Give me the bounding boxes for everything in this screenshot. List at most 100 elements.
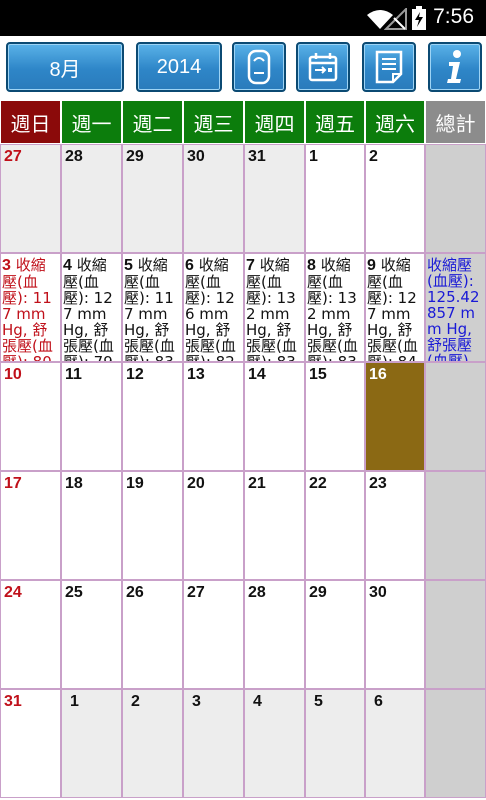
day-cell[interactable]: 11 bbox=[61, 362, 122, 471]
day-entry: 4 收縮壓(血壓): 127 mm Hg, 舒張壓(血壓): 79 bbox=[63, 257, 121, 361]
calendar-swap-button[interactable] bbox=[296, 42, 350, 92]
notes-icon bbox=[375, 50, 403, 84]
day-cell[interactable]: 2 bbox=[365, 144, 425, 253]
day-number: 4 bbox=[63, 257, 72, 274]
header-friday: 週五 bbox=[305, 100, 365, 144]
day-number: 6 bbox=[374, 693, 383, 710]
day-entry: 6 收縮壓(血壓): 126 mm Hg, 舒張壓(血壓): 82 bbox=[185, 257, 243, 361]
day-cell[interactable]: 20 bbox=[183, 471, 244, 580]
toolbar: 8月 2014 bbox=[0, 36, 486, 100]
day-cell[interactable]: 28 bbox=[244, 580, 305, 689]
day-number: 29 bbox=[126, 148, 144, 165]
day-cell[interactable]: 29 bbox=[122, 144, 183, 253]
day-cell[interactable]: 3 bbox=[183, 689, 244, 798]
day-cell[interactable]: 30 bbox=[183, 144, 244, 253]
phone-button[interactable] bbox=[232, 42, 286, 92]
week-total-cell[interactable]: 收縮壓(血壓): 125.42857 mm Hg, 舒張壓(血壓) bbox=[425, 253, 486, 362]
day-number: 1 bbox=[309, 148, 318, 165]
day-cell[interactable]: 5 bbox=[305, 689, 365, 798]
day-number: 17 bbox=[4, 475, 22, 492]
day-number: 23 bbox=[369, 475, 387, 492]
day-cell[interactable]: 12 bbox=[122, 362, 183, 471]
status-bar: 7:56 bbox=[0, 0, 486, 36]
day-cell[interactable]: 5 收縮壓(血壓): 117 mm Hg, 舒張壓(血壓): 83 bbox=[122, 253, 183, 362]
day-number: 29 bbox=[309, 584, 327, 601]
day-cell[interactable]: 27 bbox=[183, 580, 244, 689]
info-button[interactable] bbox=[428, 42, 482, 92]
day-cell[interactable]: 25 bbox=[61, 580, 122, 689]
no-signal-icon bbox=[384, 8, 407, 30]
day-number: 8 bbox=[307, 257, 316, 274]
day-cell[interactable]: 26 bbox=[122, 580, 183, 689]
day-cell[interactable]: 19 bbox=[122, 471, 183, 580]
day-cell[interactable]: 14 bbox=[244, 362, 305, 471]
day-number: 15 bbox=[309, 366, 327, 383]
day-cell[interactable]: 18 bbox=[61, 471, 122, 580]
day-entry: 9 收縮壓(血壓): 127 mm Hg, 舒張壓(血壓): 84 bbox=[367, 257, 424, 361]
day-cell[interactable]: 2 bbox=[122, 689, 183, 798]
day-number: 5 bbox=[124, 257, 133, 274]
day-number: 30 bbox=[369, 584, 387, 601]
status-time: 7:56 bbox=[433, 5, 474, 28]
day-number: 11 bbox=[65, 366, 82, 383]
header-wednesday: 週三 bbox=[183, 100, 244, 144]
header-monday: 週一 bbox=[61, 100, 122, 144]
day-number: 13 bbox=[187, 366, 205, 383]
day-cell[interactable]: 6 收縮壓(血壓): 126 mm Hg, 舒張壓(血壓): 82 bbox=[183, 253, 244, 362]
day-cell[interactable]: 6 bbox=[365, 689, 425, 798]
header-tuesday: 週二 bbox=[122, 100, 183, 144]
calendar-swap-icon bbox=[308, 53, 338, 82]
day-number: 30 bbox=[187, 148, 205, 165]
day-cell[interactable]: 23 bbox=[365, 471, 425, 580]
day-cell[interactable]: 13 bbox=[183, 362, 244, 471]
year-button[interactable]: 2014 bbox=[136, 42, 222, 92]
year-label: 2014 bbox=[156, 55, 202, 78]
day-cell[interactable]: 30 bbox=[365, 580, 425, 689]
week-total-cell[interactable] bbox=[425, 144, 486, 253]
month-button[interactable]: 8月 bbox=[6, 42, 124, 92]
day-number: 3 bbox=[2, 257, 11, 274]
day-cell[interactable]: 4 bbox=[244, 689, 305, 798]
day-number: 22 bbox=[309, 475, 327, 492]
day-number: 21 bbox=[248, 475, 266, 492]
day-number: 7 bbox=[246, 257, 255, 274]
day-cell[interactable]: 1 bbox=[61, 689, 122, 798]
day-number: 1 bbox=[70, 693, 79, 710]
day-entry: 5 收縮壓(血壓): 117 mm Hg, 舒張壓(血壓): 83 bbox=[124, 257, 182, 361]
day-number: 26 bbox=[126, 584, 144, 601]
day-cell[interactable]: 17 bbox=[0, 471, 61, 580]
day-number: 12 bbox=[126, 366, 144, 383]
day-cell[interactable]: 29 bbox=[305, 580, 365, 689]
day-cell[interactable]: 16 bbox=[365, 362, 425, 471]
day-cell[interactable]: 31 bbox=[0, 689, 61, 798]
day-cell[interactable]: 15 bbox=[305, 362, 365, 471]
day-cell[interactable]: 31 bbox=[244, 144, 305, 253]
week-total-cell[interactable] bbox=[425, 689, 486, 798]
day-number: 27 bbox=[187, 584, 205, 601]
day-cell[interactable]: 28 bbox=[61, 144, 122, 253]
week-total-cell[interactable] bbox=[425, 471, 486, 580]
day-cell[interactable]: 9 收縮壓(血壓): 127 mm Hg, 舒張壓(血壓): 84 bbox=[365, 253, 425, 362]
day-number: 31 bbox=[4, 693, 22, 710]
day-cell[interactable]: 8 收縮壓(血壓): 132 mm Hg, 舒張壓(血壓): 83 bbox=[305, 253, 365, 362]
day-number: 3 bbox=[192, 693, 201, 710]
day-cell[interactable]: 22 bbox=[305, 471, 365, 580]
day-cell[interactable]: 7 收縮壓(血壓): 132 mm Hg, 舒張壓(血壓): 83 bbox=[244, 253, 305, 362]
phone-icon bbox=[247, 49, 271, 85]
day-cell[interactable]: 4 收縮壓(血壓): 127 mm Hg, 舒張壓(血壓): 79 bbox=[61, 253, 122, 362]
day-number: 2 bbox=[369, 148, 378, 165]
week-total-text: 收縮壓(血壓): 125.42857 mm Hg, 舒張壓(血壓) bbox=[427, 256, 480, 362]
day-number: 27 bbox=[4, 148, 22, 165]
day-number: 14 bbox=[248, 366, 266, 383]
week-total-cell[interactable] bbox=[425, 362, 486, 471]
day-cell[interactable]: 21 bbox=[244, 471, 305, 580]
day-cell[interactable]: 27 bbox=[0, 144, 61, 253]
day-cell[interactable]: 10 bbox=[0, 362, 61, 471]
week-total-cell[interactable] bbox=[425, 580, 486, 689]
day-cell[interactable]: 24 bbox=[0, 580, 61, 689]
day-number: 24 bbox=[4, 584, 22, 601]
day-cell[interactable]: 3 收縮壓(血壓): 117 mm Hg, 舒張壓(血壓): 80 bbox=[0, 253, 61, 362]
day-number: 28 bbox=[65, 148, 83, 165]
notes-button[interactable] bbox=[362, 42, 416, 92]
day-cell[interactable]: 1 bbox=[305, 144, 365, 253]
